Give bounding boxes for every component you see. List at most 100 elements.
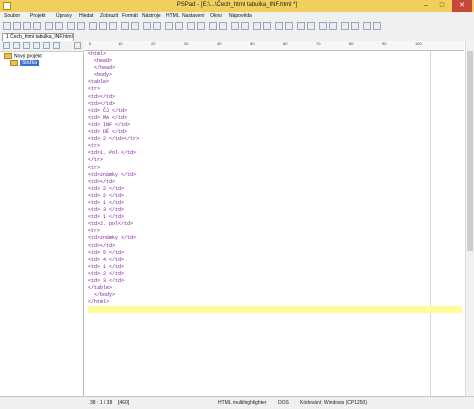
code-line: <tr> [88, 228, 101, 235]
project-remove-icon[interactable] [43, 42, 50, 49]
code-line: <td> 5 </td> [88, 249, 125, 256]
goto-icon[interactable] [153, 22, 161, 30]
close-button[interactable]: ✕ [452, 0, 472, 12]
replace-icon[interactable] [131, 22, 139, 30]
ruler-tick: 60 [283, 41, 288, 46]
copy-icon[interactable] [99, 22, 107, 30]
new-file-icon[interactable] [3, 22, 11, 30]
cut-icon[interactable] [89, 22, 97, 30]
macro-play-icon[interactable] [285, 22, 293, 30]
code-line: <td>2. pol</td> [88, 221, 134, 228]
browser-icon[interactable] [175, 22, 183, 30]
code-line: <td></td> [88, 93, 116, 100]
table-icon[interactable] [297, 22, 305, 30]
code-text[interactable]: <html> <head> </head> <body> <table> <tr… [88, 51, 462, 321]
tab-document[interactable]: 1 Čech_html tabulka_INF.html [2, 33, 74, 41]
scrollbar-thumb[interactable] [467, 51, 473, 251]
code-line: </table> [88, 285, 113, 292]
menu-zobrazit[interactable]: Zobrazit [100, 13, 118, 19]
macro-record-icon[interactable] [275, 22, 283, 30]
line-ending[interactable]: DOS [278, 400, 289, 406]
syntax-mode[interactable]: HTML multihighlighter [218, 400, 266, 406]
current-line [88, 306, 462, 314]
uncomment-icon[interactable] [241, 22, 249, 30]
document-tabs: 1 Čech_html tabulka_INF.html [0, 32, 474, 41]
code-line: </tr> [88, 157, 104, 164]
ftp-icon[interactable] [329, 22, 337, 30]
menu-hledat[interactable]: Hledat [79, 13, 93, 19]
wrap-icon[interactable] [187, 22, 195, 30]
find-icon[interactable] [121, 22, 129, 30]
outdent-icon[interactable] [219, 22, 227, 30]
menu-soubor[interactable]: Soubor [4, 13, 20, 19]
project-new-icon[interactable] [3, 42, 10, 49]
ruler-tick: 50 [250, 41, 255, 46]
code-line: <td> DĚ </td> [88, 129, 128, 136]
menu-upravy[interactable]: Úpravy [56, 13, 72, 19]
editor-area[interactable]: 0 10 20 30 40 50 60 70 80 90 100 <html> … [84, 41, 474, 396]
project-add-icon[interactable] [33, 42, 40, 49]
block-icon[interactable] [197, 22, 205, 30]
code-line: <td> 2 </td> [88, 270, 125, 277]
code-line: <tr> [88, 86, 101, 93]
options-icon[interactable] [363, 22, 371, 30]
ruler-tick: 70 [316, 41, 321, 46]
help-icon[interactable] [373, 22, 381, 30]
bookmark-icon[interactable] [143, 22, 151, 30]
preview-icon[interactable] [55, 22, 63, 30]
tree-item-folder[interactable]: Složka [4, 60, 42, 67]
menu-format[interactable]: Formát [122, 13, 138, 19]
undo-icon[interactable] [67, 22, 75, 30]
maximize-button[interactable]: □ [434, 0, 450, 12]
menu-html[interactable]: HTML [166, 13, 180, 19]
code-line: <td> 1 </td> [88, 199, 125, 206]
html-preview-icon[interactable] [165, 22, 173, 30]
code-line: </head> [88, 65, 116, 72]
clip-icon[interactable] [319, 22, 327, 30]
code-line: <table> [88, 79, 110, 86]
menu-okno[interactable]: Okno [210, 13, 222, 19]
open-file-icon[interactable] [13, 22, 21, 30]
menu-napoveda[interactable]: Nápověda [229, 13, 252, 19]
window-title: PSPad - [E:\...\Čech_html tabulka_INF.ht… [176, 2, 298, 8]
code-line: <td>známky </td> [88, 235, 137, 242]
panel-close-icon[interactable] [74, 42, 81, 49]
compile-icon[interactable] [341, 22, 349, 30]
indent-icon[interactable] [209, 22, 217, 30]
code-line: <td>1. Pol </td> [88, 150, 137, 157]
vertical-scrollbar[interactable] [465, 41, 474, 396]
menu-nastroje[interactable]: Nástroje [142, 13, 161, 19]
project-icon [4, 53, 12, 59]
code-line: <td>známky </td> [88, 171, 137, 178]
encoding[interactable]: Kódování: Windows (CP1250) [300, 400, 367, 406]
tree-item-project[interactable]: Nový projekt [4, 53, 42, 60]
menu-projekt[interactable]: Projekt [30, 13, 46, 19]
redo-icon[interactable] [77, 22, 85, 30]
menu-nastaveni[interactable]: Nastavení [182, 13, 205, 19]
code-line: <tr> [88, 143, 101, 150]
format-icon[interactable] [253, 22, 261, 30]
project-save-icon[interactable] [23, 42, 30, 49]
code-line: <td> 3 </td> [88, 207, 125, 214]
save-icon[interactable] [23, 22, 31, 30]
save-all-icon[interactable] [33, 22, 41, 30]
project-toolbar [0, 41, 84, 52]
case-icon[interactable] [263, 22, 271, 30]
ruler: 0 10 20 30 40 50 60 70 80 90 100 [84, 41, 464, 51]
paste-icon[interactable] [109, 22, 117, 30]
code-line: <tr> [88, 164, 101, 171]
ruler-tick: 30 [184, 41, 189, 46]
run-icon[interactable] [351, 22, 359, 30]
code-line: </body> [88, 292, 116, 299]
minimize-button[interactable]: – [418, 0, 434, 12]
code-line: <td> MA </td> [88, 114, 128, 121]
code-line: <td> 2 </td></tr> [88, 136, 140, 143]
project-settings-icon[interactable] [53, 42, 60, 49]
color-icon[interactable] [307, 22, 315, 30]
ruler-tick: 10 [118, 41, 123, 46]
print-icon[interactable] [45, 22, 53, 30]
comment-icon[interactable] [231, 22, 239, 30]
project-open-icon[interactable] [13, 42, 20, 49]
code-line: <td> INF </td> [88, 121, 131, 128]
